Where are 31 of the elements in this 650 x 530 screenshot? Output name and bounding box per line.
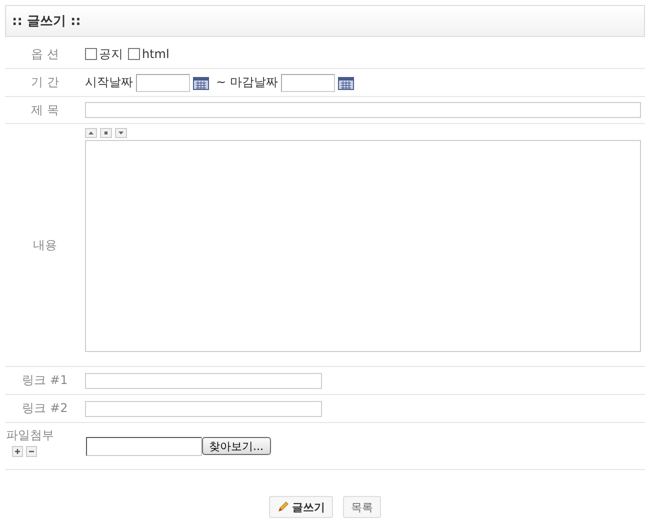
checkbox-label: 공지 xyxy=(99,46,123,62)
reset-size-icon[interactable] xyxy=(100,128,112,138)
page-title: :: 글쓰기 :: xyxy=(12,13,81,30)
calendar-icon[interactable] xyxy=(193,76,209,90)
end-date-label: ~ 마감날짜 xyxy=(216,74,278,91)
start-date-field[interactable] xyxy=(136,74,190,92)
field-label: 파일첨부 xyxy=(6,427,54,444)
checkbox[interactable] xyxy=(128,48,140,60)
field-label: 링크 #2 xyxy=(21,400,69,417)
calendar-icon[interactable] xyxy=(338,76,354,90)
expand-down-icon[interactable] xyxy=(115,128,127,138)
link-field[interactable] xyxy=(85,400,322,416)
field-label: 기 간 xyxy=(30,74,60,91)
field-label: 내용 xyxy=(32,236,58,254)
field-label: 링크 #1 xyxy=(21,372,69,389)
end-date-field[interactable] xyxy=(280,74,335,92)
plus-icon[interactable] xyxy=(12,446,23,457)
minus-icon[interactable] xyxy=(26,446,37,457)
file-path-field[interactable] xyxy=(86,436,202,456)
pencil-icon xyxy=(277,501,289,513)
start-date-label: 시작날짜 xyxy=(85,74,133,91)
list-button[interactable]: 목록 xyxy=(343,496,381,518)
checkbox[interactable] xyxy=(85,48,97,60)
field-label: 제 목 xyxy=(30,102,60,118)
expand-up-icon[interactable] xyxy=(85,128,97,138)
browse-button[interactable]: 찾아보기... xyxy=(202,437,270,455)
write-button[interactable]: 글쓰기 xyxy=(269,496,333,518)
subject-field[interactable] xyxy=(85,102,641,118)
checkbox-label: html xyxy=(142,47,170,61)
link-field[interactable] xyxy=(85,372,322,388)
field-label: 옵 션 xyxy=(30,46,60,62)
